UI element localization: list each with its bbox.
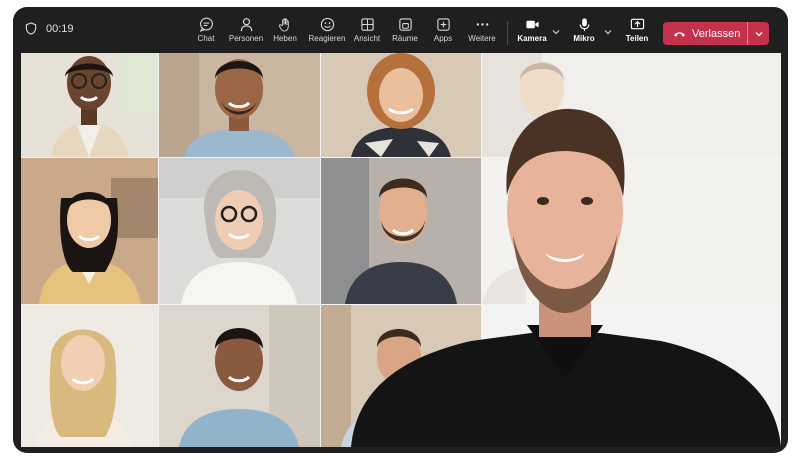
active-speaker-photo — [351, 108, 781, 447]
participant-video-tile[interactable] — [21, 158, 158, 304]
participant-video-tile[interactable] — [21, 53, 158, 157]
people-label: Personen — [228, 34, 264, 43]
timer-text: 00:19 — [46, 22, 74, 35]
camera-label: Kamera — [517, 34, 547, 43]
participant-video-tile[interactable] — [21, 305, 158, 447]
apps-label: Apps — [433, 34, 453, 43]
raise-hand-button[interactable]: Heben — [263, 17, 307, 51]
add-apps-icon — [436, 18, 450, 31]
leave-label: Verlassen — [692, 27, 741, 40]
active-speaker-video[interactable] — [351, 93, 781, 447]
rooms-icon — [398, 18, 412, 31]
apps-button[interactable]: Apps — [421, 17, 465, 51]
share-icon — [630, 18, 644, 30]
participant-video-tile[interactable] — [159, 158, 320, 304]
participant-photo — [21, 305, 158, 447]
smiley-icon — [320, 17, 334, 32]
camera-icon — [525, 20, 539, 29]
participant-photo — [21, 53, 158, 157]
hand-icon — [278, 18, 289, 32]
call-timer: 00:19 — [25, 22, 74, 35]
raise-label: Heben — [273, 34, 297, 43]
people-icon — [240, 18, 252, 32]
hang-up-icon — [674, 31, 685, 37]
toolbar-divider — [507, 21, 508, 45]
react-button[interactable]: Reagieren — [305, 17, 349, 51]
chevron-down-icon — [755, 31, 762, 36]
rooms-label: Räume — [392, 34, 418, 43]
mic-label: Mikro — [573, 34, 595, 43]
share-label: Teilen — [625, 34, 649, 43]
shield-icon — [25, 22, 37, 35]
leave-button[interactable]: Verlassen — [663, 22, 769, 45]
participant-photo — [159, 158, 320, 304]
meeting-toolbar: 00:19 Chat Personen Heben Reagieren Ansi… — [13, 7, 788, 53]
leave-options-button[interactable] — [748, 22, 769, 45]
participant-video-tile[interactable] — [159, 53, 320, 157]
participant-photo — [159, 305, 320, 447]
participant-photo — [21, 158, 158, 304]
video-stage — [21, 53, 781, 447]
chat-icon — [199, 17, 213, 32]
mic-options-chevron-icon[interactable] — [603, 27, 613, 37]
more-button[interactable]: Weitere — [460, 17, 504, 51]
chat-button[interactable]: Chat — [184, 17, 228, 51]
share-button[interactable]: Teilen — [615, 17, 659, 51]
grid-icon — [360, 18, 374, 31]
more-icon — [476, 23, 488, 26]
participant-video-tile[interactable] — [159, 305, 320, 447]
react-label: Reagieren — [308, 34, 346, 43]
people-button[interactable]: Personen — [224, 17, 268, 51]
chat-label: Chat — [197, 34, 215, 43]
more-label: Weitere — [468, 34, 496, 43]
participant-photo — [159, 53, 320, 157]
mic-button[interactable]: Mikro — [562, 17, 606, 51]
camera-button[interactable]: Kamera — [510, 17, 554, 51]
microphone-icon — [579, 18, 589, 32]
view-label: Ansicht — [353, 34, 381, 43]
leave-main-button[interactable]: Verlassen — [663, 22, 747, 45]
meeting-window: 00:19 Chat Personen Heben Reagieren Ansi… — [13, 7, 788, 453]
camera-options-chevron-icon[interactable] — [551, 27, 561, 37]
